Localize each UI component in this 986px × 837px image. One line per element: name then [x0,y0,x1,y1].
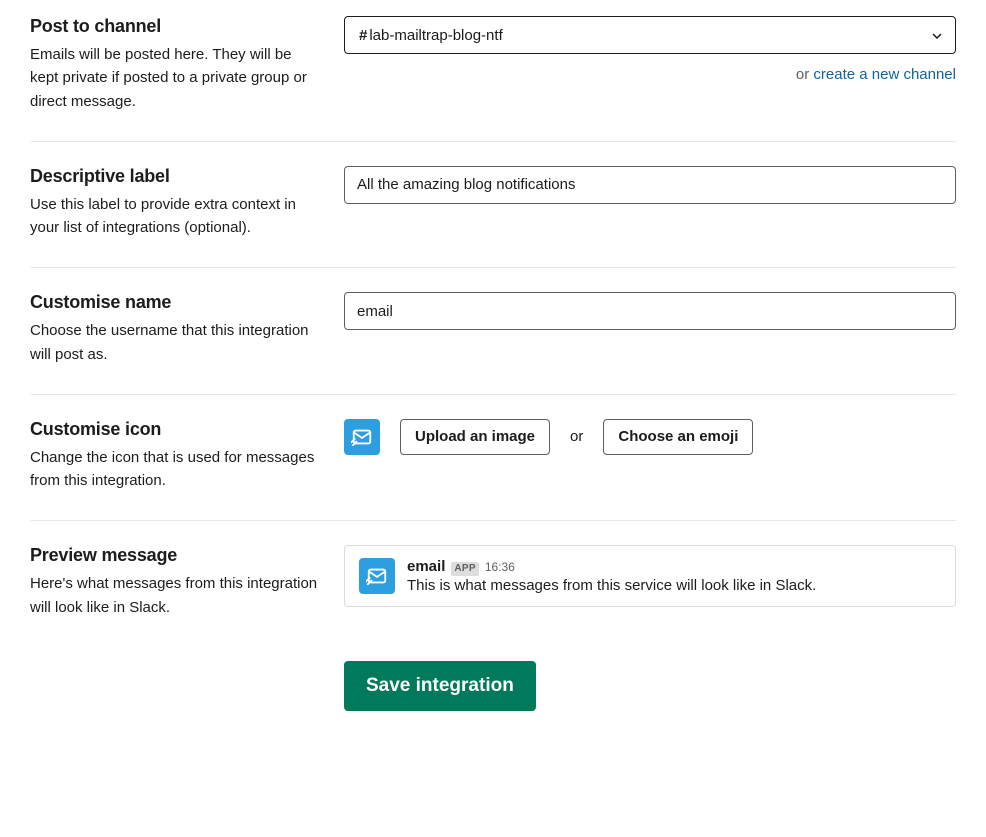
save-integration-button[interactable]: Save integration [344,661,536,711]
section-right [344,166,956,240]
section-title-channel: Post to channel [30,16,324,37]
section-desc-preview: Here's what messages from this integrati… [30,572,324,619]
name-input[interactable] [344,292,956,330]
preview-username: email [407,558,445,576]
envelope-icon [366,565,388,587]
section-preview-message: Preview message Here's what messages fro… [30,521,956,629]
section-title-label: Descriptive label [30,166,324,187]
section-left: Descriptive label Use this label to prov… [30,166,344,240]
section-customise-name: Customise name Choose the username that … [30,268,956,395]
section-right: Upload an image or Choose an emoji [344,419,956,493]
preview-message-body: This is what messages from this service … [407,577,941,594]
preview-content: email APP 16:36 This is what messages fr… [407,558,941,594]
section-right [344,292,956,366]
section-post-to-channel: Post to channel Emails will be posted he… [30,16,956,142]
section-desc-icon: Change the icon that is used for message… [30,446,324,493]
channel-select-wrap: #lab-mailtrap-blog-ntf [344,16,956,54]
label-input[interactable] [344,166,956,204]
section-left: Customise icon Change the icon that is u… [30,419,344,493]
preview-header-row: email APP 16:36 [407,558,941,576]
channel-helper-row: or create a new channel [344,66,956,83]
section-title-icon: Customise icon [30,419,324,440]
section-title-name: Customise name [30,292,324,313]
preview-box: email APP 16:36 This is what messages fr… [344,545,956,607]
app-badge: APP [451,562,478,576]
choose-emoji-button[interactable]: Choose an emoji [603,419,753,455]
section-customise-icon: Customise icon Change the icon that is u… [30,395,956,522]
hash-icon: # [359,27,367,44]
or-separator: or [570,428,583,445]
preview-avatar [359,558,395,594]
current-integration-icon [344,419,380,455]
channel-select[interactable]: #lab-mailtrap-blog-ntf [344,16,956,54]
save-row: Save integration [30,629,956,711]
section-desc-label: Use this label to provide extra context … [30,193,324,240]
channel-select-value: lab-mailtrap-blog-ntf [369,27,502,44]
section-left: Customise name Choose the username that … [30,292,344,366]
or-text: or [796,66,814,83]
upload-image-button[interactable]: Upload an image [400,419,550,455]
section-title-preview: Preview message [30,545,324,566]
preview-timestamp: 16:36 [485,560,515,574]
section-desc-channel: Emails will be posted here. They will be… [30,43,324,113]
create-channel-link[interactable]: create a new channel [813,66,956,83]
envelope-icon [351,426,373,448]
section-desc-name: Choose the username that this integratio… [30,319,324,366]
section-left: Preview message Here's what messages fro… [30,545,344,619]
section-right: email APP 16:36 This is what messages fr… [344,545,956,619]
icon-controls-row: Upload an image or Choose an emoji [344,419,956,455]
section-right: #lab-mailtrap-blog-ntf or create a new c… [344,16,956,113]
section-descriptive-label: Descriptive label Use this label to prov… [30,142,956,269]
section-left: Post to channel Emails will be posted he… [30,16,344,113]
